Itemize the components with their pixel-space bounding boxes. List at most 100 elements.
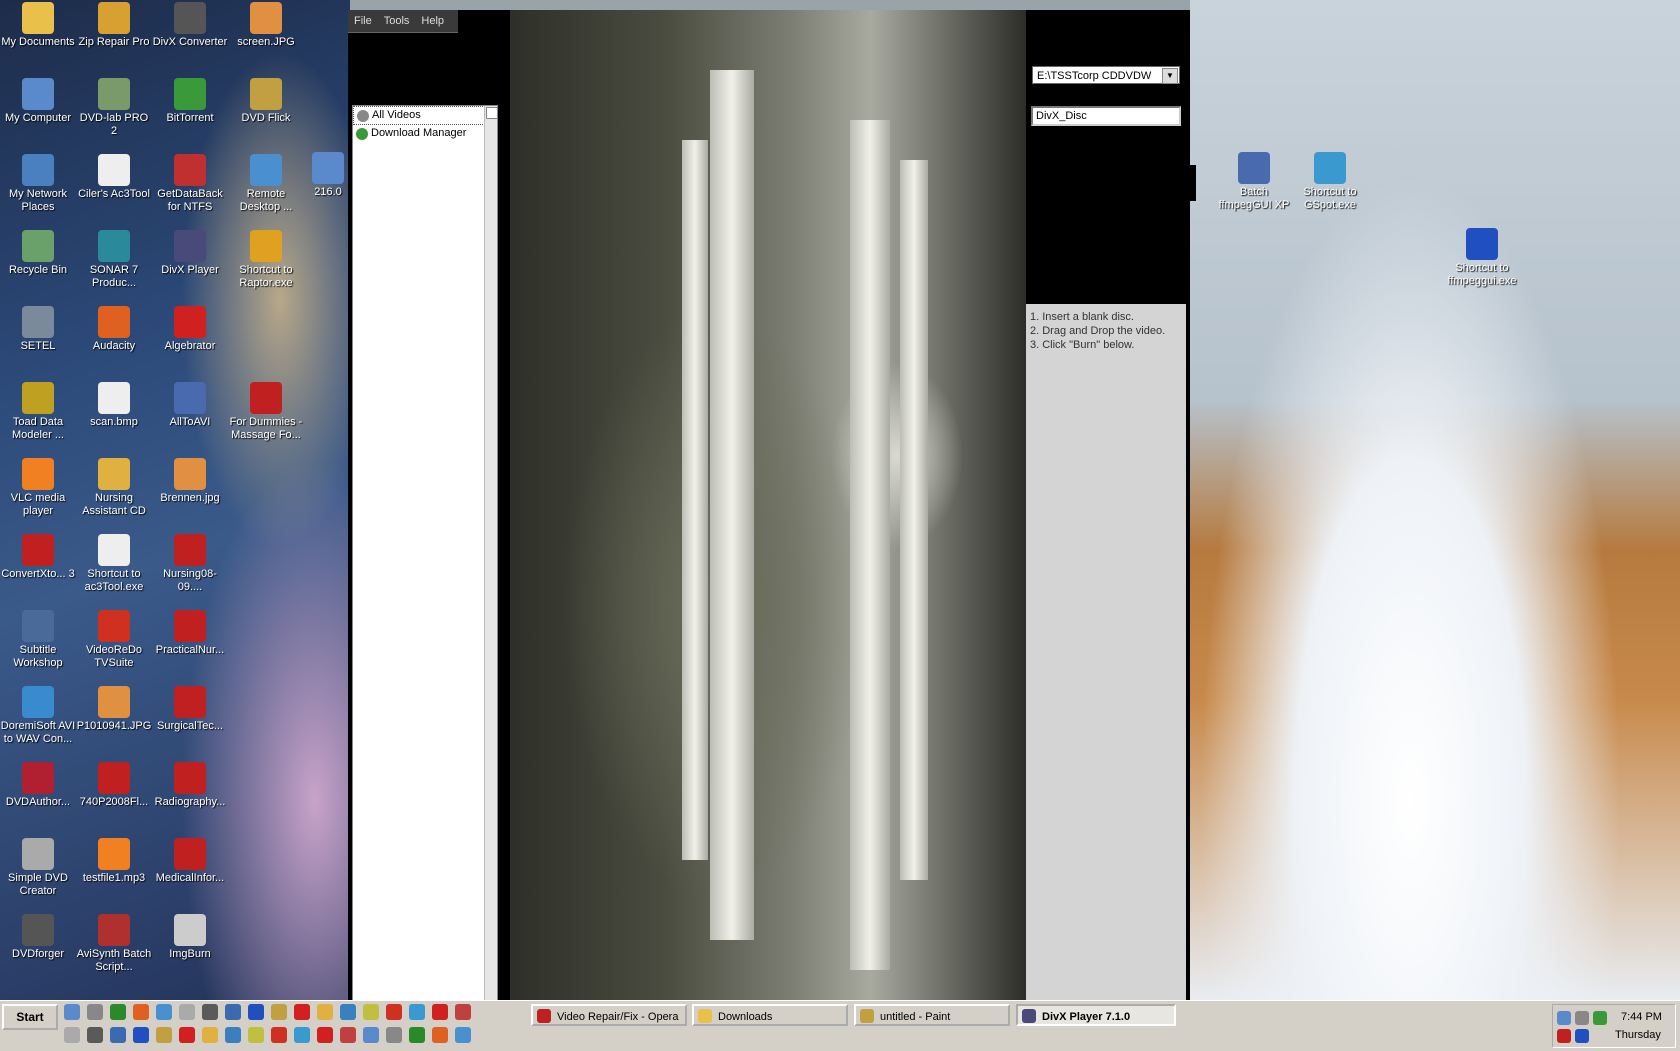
desktop-icon-simple-dvd-creator[interactable]: Simple DVD Creator (0, 838, 76, 898)
quick-launch-icon[interactable] (363, 1004, 379, 1020)
desktop-icon-dvd-flick[interactable]: DVD Flick (228, 78, 304, 125)
quick-launch-icon[interactable] (179, 1004, 195, 1020)
quick-launch-icon[interactable] (225, 1027, 241, 1043)
task-downloads[interactable]: Downloads (692, 1004, 848, 1026)
task-paint[interactable]: untitled - Paint (854, 1004, 1010, 1026)
quick-launch-icon[interactable] (64, 1004, 80, 1020)
quick-launch-icon[interactable] (202, 1027, 218, 1043)
quick-launch-icon[interactable] (156, 1027, 172, 1043)
desktop-icon-my-documents[interactable]: My Documents (0, 2, 76, 49)
desktop-icon-my-network-places[interactable]: My Network Places (0, 154, 76, 214)
menu-tools[interactable]: Tools (378, 10, 416, 32)
quick-launch-icon[interactable] (110, 1004, 126, 1020)
menu-file[interactable]: File (348, 10, 378, 32)
desktop-icon-radiography[interactable]: Radiography... (152, 762, 228, 809)
desktop-icon-740p2008fl[interactable]: 740P2008Fl... (76, 762, 152, 809)
scrollbar-up-arrow[interactable] (486, 107, 498, 119)
quick-launch-icon[interactable] (87, 1027, 103, 1043)
quick-launch-icon[interactable] (133, 1004, 149, 1020)
desktop-icon-shortcut-to-raptor-exe[interactable]: Shortcut to Raptor.exe (228, 230, 304, 290)
desktop-icon-algebrator[interactable]: Algebrator (152, 306, 228, 353)
quick-launch-icon[interactable] (133, 1027, 149, 1043)
desktop-icon-p1010941-jpg[interactable]: P1010941.JPG (76, 686, 152, 733)
quick-launch-icon[interactable] (225, 1004, 241, 1020)
quick-launch-icon[interactable] (294, 1004, 310, 1020)
drive-select[interactable]: E:\TSSTcorp CDDVDW ▼ (1032, 66, 1180, 84)
task-divx-player[interactable]: DivX Player 7.1.0 (1016, 1004, 1176, 1026)
desktop-icon-dvdauthor[interactable]: DVDAuthor... (0, 762, 76, 809)
desktop-icon-zip-repair-pro[interactable]: Zip Repair Pro (76, 2, 152, 49)
menu-help[interactable]: Help (415, 10, 450, 32)
desktop-icon-nursing-assistant-cd[interactable]: Nursing Assistant CD (76, 458, 152, 518)
quick-launch-icon[interactable] (156, 1004, 172, 1020)
quick-launch-icon[interactable] (248, 1027, 264, 1043)
desktop-icon-audacity[interactable]: Audacity (76, 306, 152, 353)
desktop-icon-videoredo-tvsuite[interactable]: VideoReDo TVSuite (76, 610, 152, 670)
quick-launch-icon[interactable] (271, 1027, 287, 1043)
quick-launch-icon[interactable] (432, 1027, 448, 1043)
quick-launch-icon[interactable] (317, 1027, 333, 1043)
desktop-icon-divx-converter[interactable]: DivX Converter (152, 2, 228, 49)
sidebar-item-download-manager[interactable]: Download Manager (353, 125, 497, 142)
desktop-icon-dvdforger[interactable]: DVDforger (0, 914, 76, 961)
desktop-icon-avisynth-batch-script[interactable]: AviSynth Batch Script... (76, 914, 152, 974)
desktop-icon-vlc-media-player[interactable]: VLC media player (0, 458, 76, 518)
security-tray-icon[interactable] (1575, 1029, 1589, 1043)
start-button[interactable]: Start (2, 1004, 58, 1030)
sidebar-item-all-videos[interactable]: All Videos (353, 106, 497, 125)
desktop-icon-practicalnur[interactable]: PracticalNur... (152, 610, 228, 657)
clock-time[interactable]: 7:44 PM (1621, 1011, 1662, 1023)
desktop-icon-recycle-bin[interactable]: Recycle Bin (0, 230, 76, 277)
desktop-icon-testfile1-mp3[interactable]: testfile1.mp3 (76, 838, 152, 885)
quick-launch-icon[interactable] (179, 1027, 195, 1043)
desktop-icon-scan-bmp[interactable]: scan.bmp (76, 382, 152, 429)
quick-launch-icon[interactable] (340, 1004, 356, 1020)
quick-launch-icon[interactable] (248, 1004, 264, 1020)
chevron-down-icon[interactable]: ▼ (1162, 68, 1178, 84)
desktop-icon-surgicaltec[interactable]: SurgicalTec... (152, 686, 228, 733)
quick-launch-icon[interactable] (294, 1027, 310, 1043)
quick-launch-icon[interactable] (340, 1027, 356, 1043)
desktop-icon-bittorrent[interactable]: BitTorrent (152, 78, 228, 125)
quick-launch-icon[interactable] (363, 1027, 379, 1043)
network-tray-icon[interactable] (1557, 1011, 1571, 1025)
desktop-icon-medicalinfor[interactable]: MedicalInfor... (152, 838, 228, 885)
desktop-icon-dvd-lab-pro-2[interactable]: DVD-lab PRO 2 (76, 78, 152, 138)
desktop-icon-ciler-s-ac3tool[interactable]: Ciler's Ac3Tool (76, 154, 152, 201)
update-tray-icon[interactable] (1593, 1011, 1607, 1025)
disc-name-input[interactable]: DivX_Disc (1031, 106, 1181, 126)
desktop-icon-brennen-jpg[interactable]: Brennen.jpg (152, 458, 228, 505)
quick-launch-icon[interactable] (455, 1004, 471, 1020)
desktop-icon-batch-ffmpeggui-xp[interactable]: Batch ffmpegGUI XP (1216, 152, 1292, 212)
desktop-icon-shortcut-to-ffmpeggui-exe[interactable]: Shortcut to ffmpeggui.exe (1444, 228, 1520, 288)
desktop-icon-screen-jpg[interactable]: screen.JPG (228, 2, 304, 49)
volume-tray-icon[interactable] (1557, 1029, 1571, 1043)
desktop-icon-shortcut-to-gspot-exe[interactable]: Shortcut to GSpot.exe (1292, 152, 1368, 212)
quick-launch-icon[interactable] (317, 1004, 333, 1020)
quick-launch-icon[interactable] (432, 1004, 448, 1020)
task-opera[interactable]: Video Repair/Fix - Opera (531, 1004, 687, 1026)
quick-launch-icon[interactable] (409, 1027, 425, 1043)
quick-launch-icon[interactable] (455, 1027, 471, 1043)
quick-launch-icon[interactable] (271, 1004, 287, 1020)
quick-launch-icon[interactable] (386, 1027, 402, 1043)
desktop-icon-toad-data-modeler[interactable]: Toad Data Modeler ... (0, 382, 76, 442)
quick-launch-icon[interactable] (87, 1004, 103, 1020)
desktop-icon-divx-player[interactable]: DivX Player (152, 230, 228, 277)
quick-launch-icon[interactable] (386, 1004, 402, 1020)
desktop-icon-for-dummies-massage-fo[interactable]: For Dummies - Massage Fo... (228, 382, 304, 442)
desktop-icon-my-computer[interactable]: My Computer (0, 78, 76, 125)
desktop-icon-convertxto-3[interactable]: ConvertXto... 3 (0, 534, 76, 581)
quick-launch-icon[interactable] (110, 1027, 126, 1043)
quick-launch-icon[interactable] (64, 1027, 80, 1043)
desktop-icon-imgburn[interactable]: ImgBurn (152, 914, 228, 961)
desktop-icon-setel[interactable]: SETEL (0, 306, 76, 353)
desktop-icon-doremisoft-avi-to-wav-con[interactable]: DoremiSoft AVI to WAV Con... (0, 686, 76, 746)
desktop-icon-sonar-7-produc[interactable]: SONAR 7 Produc... (76, 230, 152, 290)
quick-launch-icon[interactable] (409, 1004, 425, 1020)
quick-launch-icon[interactable] (202, 1004, 218, 1020)
clock-tray-icon[interactable] (1575, 1011, 1589, 1025)
desktop-icon-getdataback-for-ntfs[interactable]: GetDataBack for NTFS (152, 154, 228, 214)
desktop-icon-subtitle-workshop[interactable]: Subtitle Workshop (0, 610, 76, 670)
desktop-icon-shortcut-to-ac3tool-exe[interactable]: Shortcut to ac3Tool.exe (76, 534, 152, 594)
